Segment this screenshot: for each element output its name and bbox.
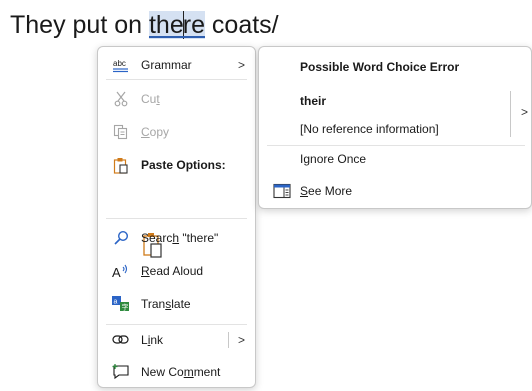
ignore-once-button[interactable]: Ignore Once (300, 152, 366, 166)
menu-divider (106, 324, 247, 325)
clipboard-icon (112, 156, 130, 174)
menu-item-label: Translate (141, 297, 191, 311)
comment-icon (112, 363, 130, 381)
text-after: coats/ (204, 11, 279, 39)
search-icon (112, 229, 130, 247)
menu-item-label: Link (141, 333, 164, 347)
menu-item-copy[interactable]: Copy (98, 118, 255, 146)
menu-item-read-aloud[interactable]: A Read Aloud (98, 257, 255, 285)
menu-divider (106, 79, 247, 80)
chevron-right-icon: > (238, 58, 246, 72)
svg-text:A: A (112, 265, 121, 279)
chevron-right-icon[interactable]: > (238, 333, 245, 347)
menu-divider (106, 218, 247, 219)
document-text-line[interactable]: They put on there coats/ (10, 8, 279, 42)
menu-item-label: Grammar (141, 58, 192, 72)
menu-item-grammar[interactable]: abc Grammar > (98, 51, 255, 79)
submenu-title: Possible Word Choice Error (300, 60, 460, 74)
split-divider (228, 332, 229, 348)
menu-item-label: Paste Options: (141, 158, 226, 172)
menu-item-paste-options: Paste Options: (98, 151, 255, 179)
svg-text:a: a (114, 299, 118, 306)
context-menu: abc Grammar > Cut Copy Paste Options: Se… (97, 46, 256, 388)
menu-item-search[interactable]: Search "there" (98, 224, 255, 252)
menu-divider (267, 145, 525, 146)
translate-icon: a 字 (112, 295, 130, 313)
link-icon (112, 331, 130, 349)
word-document-canvas: They put on there coats/ abc Grammar > C… (0, 0, 532, 391)
text-before: They put on (10, 11, 149, 39)
menu-item-new-comment[interactable]: New Comment (98, 358, 255, 386)
copy-icon (112, 123, 130, 141)
menu-item-label: Read Aloud (141, 264, 204, 278)
menu-item-label: New Comment (141, 365, 221, 379)
see-more-button[interactable]: See More (300, 184, 352, 198)
suggestion-reference[interactable]: [No reference information] (300, 122, 439, 136)
chevron-right-icon[interactable]: > (521, 105, 528, 119)
menu-item-cut[interactable]: Cut (98, 85, 255, 113)
scissors-icon (112, 90, 130, 108)
split-divider (510, 91, 511, 137)
menu-item-label: Cut (141, 92, 160, 106)
menu-item-label: Search "there" (141, 231, 219, 245)
grammar-submenu: Possible Word Choice Error their [No ref… (258, 46, 532, 209)
svg-text:abc: abc (113, 59, 126, 68)
menu-item-link[interactable]: Link > (98, 326, 255, 354)
svg-text:字: 字 (122, 303, 129, 312)
menu-item-translate[interactable]: a 字 Translate (98, 290, 255, 318)
menu-item-label: Copy (141, 125, 170, 139)
see-more-icon (273, 183, 291, 199)
read-aloud-icon: A (112, 262, 130, 280)
abc-spelling-icon: abc (112, 56, 130, 74)
selected-word[interactable]: there (148, 11, 205, 39)
suggestion-word[interactable]: their (300, 94, 326, 108)
